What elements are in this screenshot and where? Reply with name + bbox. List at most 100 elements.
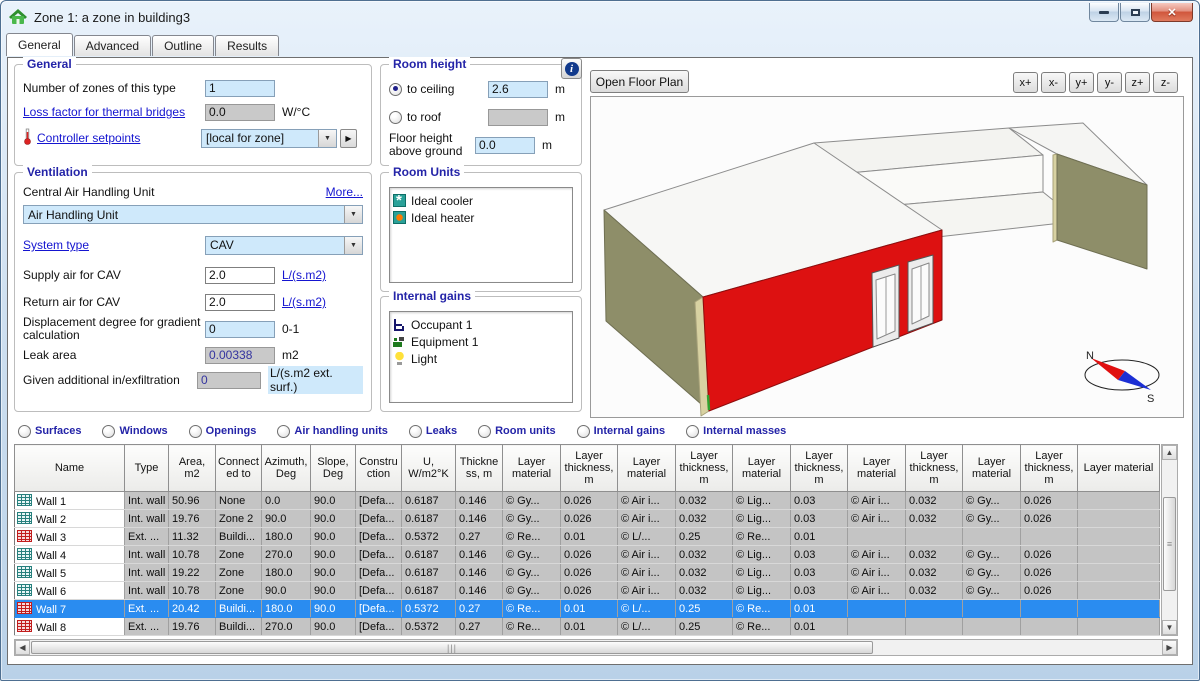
table-row[interactable]: Wall 3 Ext. ...11.32Buildi... 180.090.0[…	[15, 528, 1160, 546]
loss-factor-input[interactable]: 0.0	[205, 104, 275, 121]
list-item[interactable]: Ideal cooler	[393, 192, 569, 209]
setpoints-expand-button[interactable]: ▶	[340, 129, 357, 148]
leak-area-input[interactable]: 0.00338	[205, 347, 275, 364]
ceiling-height-input[interactable]: 2.6	[488, 81, 548, 98]
chevron-down-icon[interactable]: ▼	[344, 237, 362, 254]
chevron-down-icon[interactable]: ▼	[344, 206, 362, 223]
axis-view-button[interactable]: y+	[1069, 72, 1094, 93]
displacement-input[interactable]: 0	[205, 321, 275, 338]
table-vertical-scrollbar[interactable]: ▲ ≡ ▼	[1161, 444, 1178, 636]
return-air-unit-link[interactable]: L/(s.m2)	[282, 295, 326, 309]
list-item[interactable]: Ideal heater	[393, 209, 569, 226]
filter-radio-item[interactable]: Openings	[189, 425, 257, 438]
filter-radio-item[interactable]: Internal gains	[577, 425, 666, 438]
column-header[interactable]: Azimuth, Deg	[262, 445, 311, 492]
titlebar[interactable]: Zone 1: a zone in building3 ✕	[1, 1, 1199, 31]
vertical-scroll-thumb[interactable]: ≡	[1163, 497, 1176, 591]
tab[interactable]: General	[6, 33, 73, 56]
radio-icon[interactable]	[478, 425, 491, 438]
column-header[interactable]: Connected to	[216, 445, 262, 492]
zones-input[interactable]: 1	[205, 80, 275, 97]
table-row[interactable]: Wall 5 Int. wall19.22Zone 180.090.0[Defa…	[15, 564, 1160, 582]
open-floor-plan-button[interactable]: Open Floor Plan	[590, 70, 689, 93]
info-button[interactable]: i	[561, 58, 582, 79]
supply-air-unit-link[interactable]: L/(s.m2)	[282, 268, 326, 282]
filter-radio-item[interactable]: Air handling units	[277, 425, 388, 438]
column-header[interactable]: Layer thickness, m	[676, 445, 733, 492]
system-type-link[interactable]: System type	[23, 238, 205, 252]
radio-icon[interactable]	[577, 425, 590, 438]
radio-icon[interactable]	[277, 425, 290, 438]
minimize-button[interactable]	[1089, 3, 1119, 22]
radio-icon[interactable]	[189, 425, 202, 438]
floor-height-input[interactable]: 0.0	[475, 137, 535, 154]
column-header[interactable]: Layer material	[1078, 445, 1160, 492]
infiltration-input[interactable]: 0	[197, 372, 261, 389]
radio-icon[interactable]	[409, 425, 422, 438]
column-header[interactable]: Type	[125, 445, 169, 492]
column-header[interactable]: Layer material	[963, 445, 1021, 492]
axis-view-button[interactable]: y-	[1097, 72, 1122, 93]
column-header[interactable]: Layer thickness, m	[1021, 445, 1078, 492]
filter-radio-item[interactable]: Windows	[102, 425, 167, 438]
maximize-button[interactable]	[1120, 3, 1150, 22]
filter-radio-item[interactable]: Surfaces	[18, 425, 81, 438]
column-header[interactable]: Layer material	[848, 445, 906, 492]
system-type-combo[interactable]: CAV ▼	[205, 236, 363, 255]
radio-icon[interactable]	[102, 425, 115, 438]
column-header[interactable]: Name	[15, 445, 125, 492]
column-header[interactable]: Layer thickness, m	[791, 445, 848, 492]
column-header[interactable]: Layer thickness, m	[906, 445, 963, 492]
table-row[interactable]: Wall 6 Int. wall10.78Zone 90.090.0[Defa.…	[15, 582, 1160, 600]
scroll-up-arrow-icon[interactable]: ▲	[1162, 445, 1177, 460]
return-air-input[interactable]: 2.0	[205, 294, 275, 311]
tab[interactable]: Outline	[152, 35, 214, 56]
radio-icon[interactable]	[18, 425, 31, 438]
filter-radio-item[interactable]: Internal masses	[686, 425, 786, 438]
axis-view-button[interactable]: x+	[1013, 72, 1038, 93]
table-horizontal-scrollbar[interactable]: ◀ ||| ▶	[14, 639, 1178, 656]
axis-view-button[interactable]: x-	[1041, 72, 1066, 93]
table-row[interactable]: Wall 2 Int. wall19.76Zone 2 90.090.0[Def…	[15, 510, 1160, 528]
axis-view-button[interactable]: z-	[1153, 72, 1178, 93]
setpoints-combo[interactable]: [local for zone] ▼	[201, 129, 337, 148]
list-item[interactable]: Equipment 1	[393, 333, 569, 350]
column-header[interactable]: Layer thickness, m	[561, 445, 618, 492]
column-header[interactable]: Layer material	[618, 445, 676, 492]
to-ceiling-radio[interactable]	[389, 83, 402, 96]
tab[interactable]: Advanced	[74, 35, 151, 56]
list-item[interactable]: Light	[393, 350, 569, 367]
more-link[interactable]: More...	[326, 185, 363, 199]
ahu-combo[interactable]: Air Handling Unit ▼	[23, 205, 363, 224]
table-row[interactable]: Wall 8 Ext. ...19.76Buildi... 270.090.0[…	[15, 618, 1160, 636]
roof-height-input[interactable]	[488, 109, 548, 126]
filter-radio-item[interactable]: Room units	[478, 425, 556, 438]
room-unit-label: Ideal heater	[411, 211, 474, 225]
close-button[interactable]: ✕	[1151, 3, 1193, 22]
column-header[interactable]: Layer material	[503, 445, 561, 492]
column-header[interactable]: Area, m2	[169, 445, 216, 492]
list-item[interactable]: Occupant 1	[393, 316, 569, 333]
column-header[interactable]: Slope, Deg	[311, 445, 356, 492]
column-header[interactable]: Layer material	[733, 445, 791, 492]
column-header[interactable]: Construction	[356, 445, 402, 492]
scroll-down-arrow-icon[interactable]: ▼	[1162, 620, 1177, 635]
chevron-down-icon[interactable]: ▼	[318, 130, 336, 147]
scroll-left-arrow-icon[interactable]: ◀	[15, 640, 30, 655]
supply-air-input[interactable]: 2.0	[205, 267, 275, 284]
table-row[interactable]: Wall 4 Int. wall10.78Zone 270.090.0[Defa…	[15, 546, 1160, 564]
model-viewport[interactable]: N S	[590, 96, 1184, 418]
column-header[interactable]: U, W/m2°K	[402, 445, 456, 492]
column-header[interactable]: Thickness, m	[456, 445, 503, 492]
tab[interactable]: Results	[215, 35, 279, 56]
horizontal-scroll-thumb[interactable]: |||	[31, 641, 873, 654]
table-row[interactable]: Wall 1 Int. wall50.96None 0.090.0[Defa..…	[15, 492, 1160, 510]
radio-icon[interactable]	[686, 425, 699, 438]
table-row[interactable]: Wall 7 Ext. ...20.42Buildi... 180.090.0[…	[15, 600, 1160, 618]
scroll-right-arrow-icon[interactable]: ▶	[1162, 640, 1177, 655]
loss-factor-link[interactable]: Loss factor for thermal bridges	[23, 105, 205, 119]
filter-radio-item[interactable]: Leaks	[409, 425, 457, 438]
to-roof-radio[interactable]	[389, 111, 402, 124]
controller-setpoints-link[interactable]: Controller setpoints	[37, 131, 201, 145]
axis-view-button[interactable]: z+	[1125, 72, 1150, 93]
